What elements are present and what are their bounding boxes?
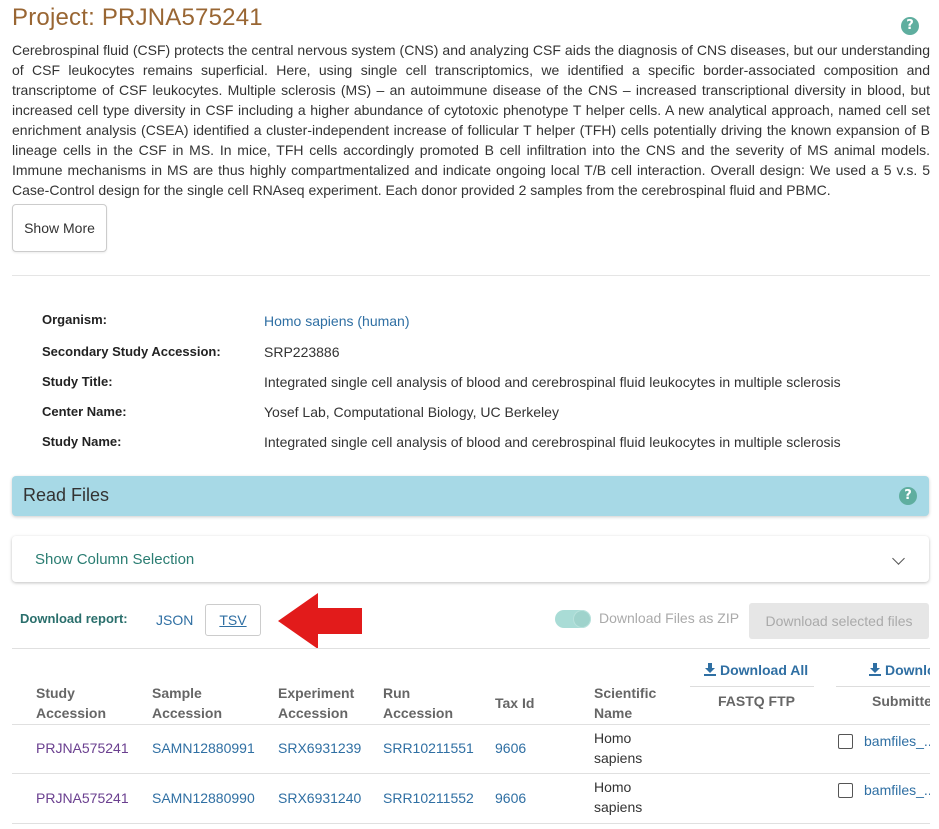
study-title-value: Integrated single cell analysis of blood…: [264, 374, 841, 390]
scientific-name: Homo sapiens: [594, 728, 642, 768]
row-divider: [12, 823, 930, 824]
download-selected-button[interactable]: Download selected files: [749, 603, 929, 639]
header-divider: [690, 686, 814, 687]
table-top-border: [12, 648, 930, 649]
read-files-title: Read Files: [23, 485, 110, 505]
row-divider: [12, 724, 930, 725]
submitted-file-link[interactable]: bamfiles_...: [864, 782, 930, 798]
download-tsv-button[interactable]: TSV: [205, 604, 261, 636]
download-json-link[interactable]: JSON: [156, 612, 193, 628]
row-select-checkbox[interactable]: [838, 734, 853, 749]
header-line: Experiment: [278, 685, 355, 701]
toggle-knob: [574, 611, 590, 627]
header-line: Study: [36, 685, 75, 701]
header-line: Sample: [152, 685, 202, 701]
download-all-submitted-link[interactable]: Downlo: [869, 662, 930, 678]
run-accession-link[interactable]: SRR10211552: [383, 790, 474, 806]
download-all-label: Download All: [720, 662, 809, 678]
help-icon[interactable]: ?: [901, 17, 919, 35]
column-selection-toggle[interactable]: Show Column Selection: [35, 551, 194, 568]
column-header-run-accession[interactable]: Run Accession: [383, 683, 453, 723]
header-line: Scientific: [594, 685, 657, 701]
scientific-name: Homo sapiens: [594, 777, 642, 817]
study-accession-link[interactable]: PRJNA575241: [36, 790, 129, 806]
header-line: Accession: [152, 705, 223, 721]
divider: [12, 275, 930, 276]
study-title-label: Study Title:: [42, 374, 113, 389]
header-line: Name: [594, 705, 633, 721]
study-accession-link[interactable]: PRJNA575241: [36, 740, 129, 756]
download-zip-label: Download Files as ZIP: [599, 610, 740, 626]
header-divider: [836, 686, 930, 687]
organism-link[interactable]: Homo sapiens (human): [264, 313, 410, 329]
scientific-name-line: sapiens: [594, 750, 643, 766]
secondary-accession-label: Secondary Study Accession:: [42, 344, 221, 359]
center-name-value: Yosef Lab, Computational Biology, UC Ber…: [264, 404, 559, 420]
download-icon: [869, 663, 881, 676]
download-all-label: Downlo: [885, 662, 930, 678]
column-header-experiment-accession[interactable]: Experiment Accession: [278, 683, 354, 723]
scientific-name-line: sapiens: [594, 799, 643, 815]
row-divider: [12, 773, 930, 774]
submitted-file-link[interactable]: bamfiles_...: [864, 733, 930, 749]
experiment-accession-link[interactable]: SRX6931240: [278, 790, 361, 806]
sample-accession-link[interactable]: SAMN12880990: [152, 790, 255, 806]
download-icon: [704, 663, 716, 676]
header-line: Accession: [383, 705, 454, 721]
download-all-fastq-link[interactable]: Download All: [704, 662, 808, 678]
tax-id-link[interactable]: 9606: [495, 790, 526, 806]
help-icon[interactable]: ?: [899, 487, 917, 505]
read-files-header: Read Files ?: [12, 476, 929, 516]
center-name-label: Center Name:: [42, 404, 127, 419]
download-report-label: Download report:: [20, 611, 128, 626]
secondary-accession-value: SRP223886: [264, 344, 340, 360]
study-name-label: Study Name:: [42, 434, 122, 449]
header-line: Accession: [36, 705, 107, 721]
scientific-name-line: Homo: [594, 779, 632, 795]
organism-label: Organism:: [42, 312, 108, 327]
column-header-fastq-ftp[interactable]: FASTQ FTP: [718, 693, 795, 709]
column-selection-panel[interactable]: Show Column Selection: [12, 536, 929, 582]
project-description: Cerebrospinal fluid (CSF) protects the c…: [12, 42, 930, 198]
column-header-submitted-ftp[interactable]: Submitte: [872, 693, 930, 709]
row-select-checkbox[interactable]: [838, 783, 853, 798]
run-accession-link[interactable]: SRR10211551: [383, 740, 474, 756]
header-line: Accession: [278, 705, 349, 721]
column-header-sample-accession[interactable]: Sample Accession: [152, 683, 222, 723]
scientific-name-line: Homo: [594, 730, 632, 746]
column-header-tax-id[interactable]: Tax Id: [495, 693, 534, 713]
experiment-accession-link[interactable]: SRX6931239: [278, 740, 361, 756]
column-header-study-accession[interactable]: Study Accession: [36, 683, 106, 723]
column-header-scientific-name[interactable]: Scientific Name: [594, 683, 656, 723]
chevron-down-icon[interactable]: [892, 552, 905, 565]
study-name-value: Integrated single cell analysis of blood…: [264, 434, 841, 450]
tax-id-link[interactable]: 9606: [495, 740, 526, 756]
show-more-button[interactable]: Show More: [12, 204, 107, 252]
download-zip-toggle[interactable]: [555, 610, 591, 628]
red-arrow-icon: [278, 593, 362, 649]
page-title: Project: PRJNA575241: [12, 4, 263, 31]
sample-accession-link[interactable]: SAMN12880991: [152, 740, 255, 756]
header-line: Run: [383, 685, 411, 701]
